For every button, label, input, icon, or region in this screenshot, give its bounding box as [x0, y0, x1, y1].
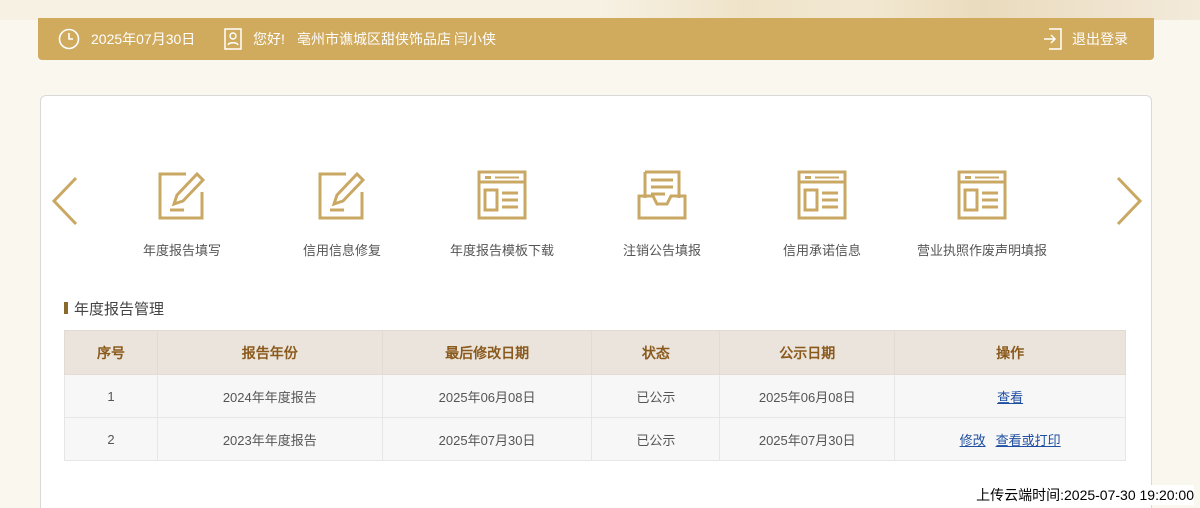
header-bar: 2025年07月30日 您好! 亳州市谯城区甜侠饰品店 闫小侠 退出登录: [38, 18, 1154, 60]
shop-name: 亳州市谯城区甜侠饰品店: [297, 31, 451, 47]
func-label: 信用信息修复: [302, 243, 381, 258]
edit-form-icon: [107, 168, 257, 222]
column-header: 最后修改日期: [381, 330, 593, 375]
cell-year: 2023年年度报告: [156, 417, 383, 461]
user-name: 闫小侠: [454, 31, 496, 47]
document-template-icon: [747, 168, 897, 222]
carousel-next-arrow-icon[interactable]: [1114, 176, 1144, 231]
func-license-void-statement[interactable]: 营业执照作废声明填报: [907, 168, 1057, 263]
user-card-icon: [224, 18, 242, 60]
func-label: 营业执照作废声明填报: [916, 243, 1047, 258]
table-row: 1 2024年年度报告 2025年06月08日 已公示 2025年06月08日 …: [64, 374, 1126, 418]
section-title-text: 年度报告管理: [74, 300, 165, 318]
func-credit-repair[interactable]: 信用信息修复: [267, 168, 417, 263]
top-decorative-texture: [0, 0, 1200, 20]
logout-button[interactable]: 退出登录: [1043, 18, 1128, 60]
column-header: 报告年份: [156, 330, 383, 375]
func-cancellation-notice[interactable]: 注销公告填报: [587, 168, 737, 263]
section-marker: [64, 302, 68, 314]
column-header: 状态: [591, 330, 721, 375]
func-annual-report-fill[interactable]: 年度报告填写: [107, 168, 257, 263]
func-label: 年度报告填写: [142, 243, 221, 258]
edit-form-icon: [267, 168, 417, 222]
carousel-prev-arrow-icon[interactable]: [50, 176, 80, 231]
column-header: 序号: [64, 330, 158, 375]
cell-actions: 查看: [894, 374, 1126, 418]
cell-year: 2024年年度报告: [156, 374, 383, 418]
document-template-icon: [907, 168, 1057, 222]
upload-timestamp: 上传云端时间:2025-07-30 19:20:00: [974, 485, 1194, 505]
func-label: 注销公告填报: [622, 243, 701, 258]
cell-actions: 修改 查看或打印: [894, 417, 1126, 461]
logout-icon: [1043, 28, 1063, 50]
logout-label: 退出登录: [1072, 31, 1128, 47]
cell-status: 已公示: [591, 417, 721, 461]
func-label: 年度报告模板下载: [449, 243, 554, 258]
greeting-text: 您好!: [253, 31, 285, 47]
edit-link[interactable]: 修改: [960, 430, 986, 449]
cell-modified: 2025年06月08日: [381, 374, 593, 418]
cell-no: 2: [64, 417, 158, 461]
func-credit-commitment[interactable]: 信用承诺信息: [747, 168, 897, 263]
inbox-tray-icon: [587, 168, 737, 222]
cell-no: 1: [64, 374, 158, 418]
view-or-print-link[interactable]: 查看或打印: [996, 430, 1061, 449]
column-header: 操作: [894, 330, 1126, 375]
clock-icon: [58, 18, 80, 60]
section-title: 年度报告管理: [64, 298, 164, 318]
annual-report-table: 序号 报告年份 最后修改日期 状态 公示日期 操作 1 2024年年度报告 20…: [64, 330, 1126, 461]
column-header: 公示日期: [719, 330, 896, 375]
table-row: 2 2023年年度报告 2025年07月30日 已公示 2025年07月30日 …: [64, 417, 1126, 461]
cell-modified: 2025年07月30日: [381, 417, 593, 461]
table-header-row: 序号 报告年份 最后修改日期 状态 公示日期 操作: [64, 330, 1126, 375]
func-template-download[interactable]: 年度报告模板下载: [427, 168, 577, 263]
current-date: 2025年07月30日: [91, 31, 196, 47]
cell-published: 2025年07月30日: [719, 417, 896, 461]
cell-published: 2025年06月08日: [719, 374, 896, 418]
view-link[interactable]: 查看: [997, 390, 1023, 405]
func-label: 信用承诺信息: [782, 243, 861, 258]
document-template-icon: [427, 168, 577, 222]
cell-status: 已公示: [591, 374, 721, 418]
